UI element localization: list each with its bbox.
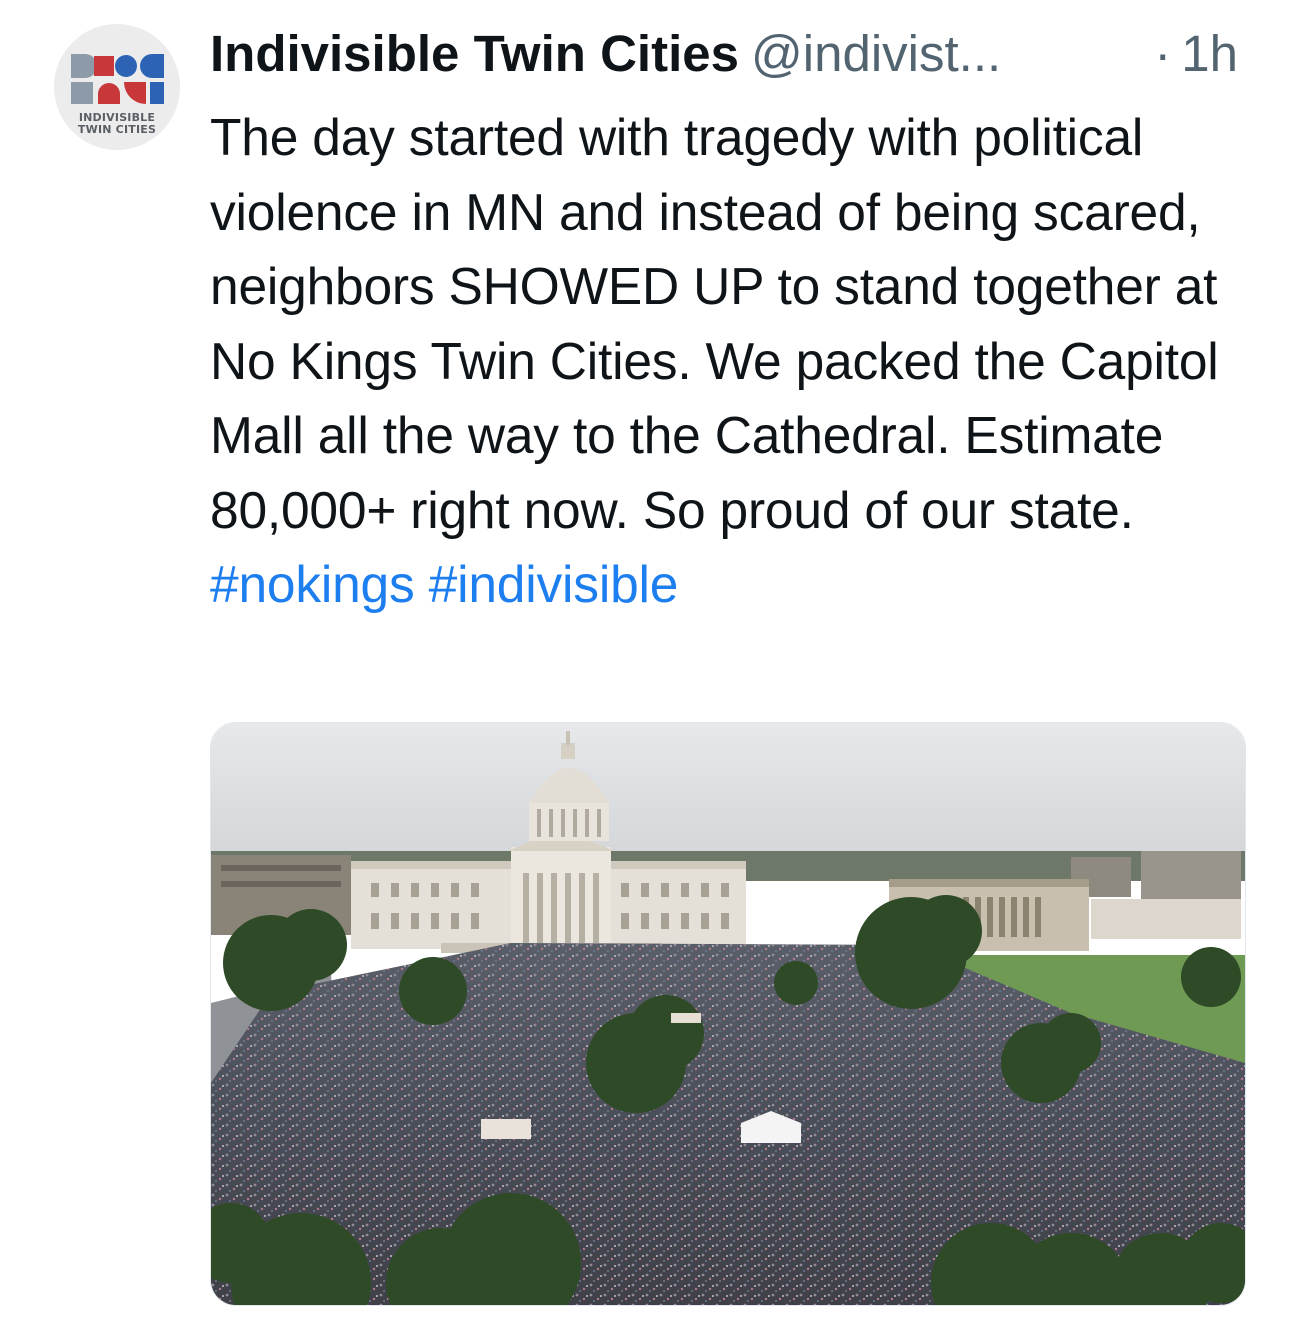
tweet-timestamp[interactable]: · 1h (1154, 22, 1238, 86)
tweet-photo[interactable] (210, 722, 1246, 1306)
author-handle[interactable]: @indivist... (751, 25, 1001, 82)
photo-icon (211, 723, 1245, 1305)
avatar[interactable]: INDIVISIBLE TWIN CITIES (54, 24, 180, 150)
tweet[interactable]: INDIVISIBLE TWIN CITIES Indivisible Twin… (0, 0, 1290, 1339)
tweet-header: Indivisible Twin Cities @indivist... · 1h (210, 22, 1260, 92)
time-separator: · (1154, 25, 1172, 82)
author-display-name[interactable]: Indivisible Twin Cities (210, 25, 739, 82)
timestamp-text: 1h (1181, 25, 1238, 82)
avatar-text-line2: TWIN CITIES (77, 123, 157, 136)
hashtag-link[interactable]: #nokings (210, 555, 415, 613)
tweet-text: The day started with tragedy with politi… (210, 100, 1220, 622)
tweet-body: The day started with tragedy with politi… (210, 108, 1219, 539)
hashtag-link[interactable]: #indivisible (429, 555, 679, 613)
